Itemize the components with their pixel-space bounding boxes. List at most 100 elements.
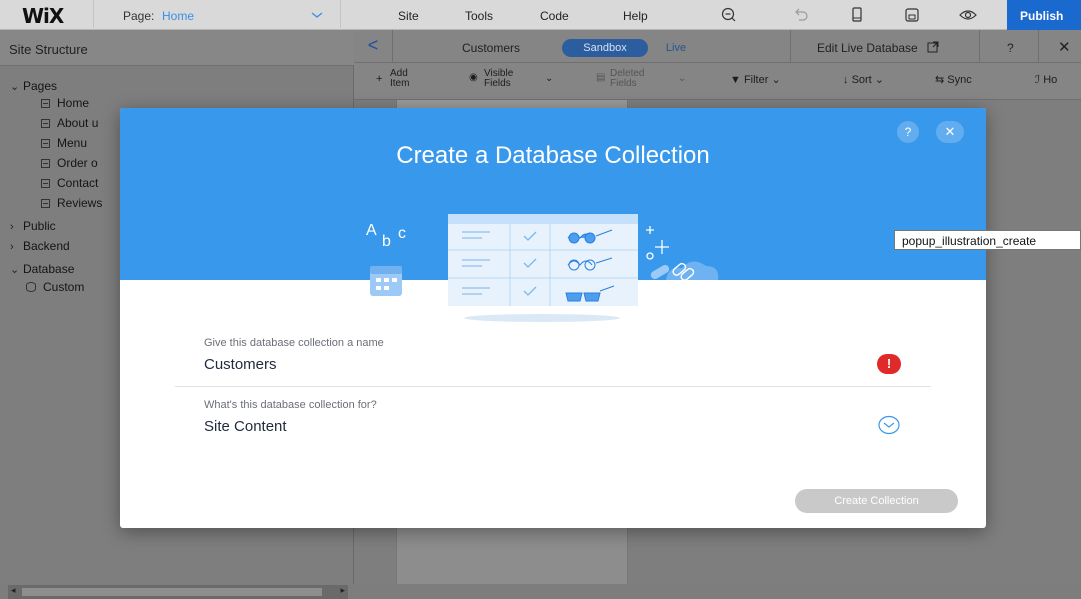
calendar-icon xyxy=(370,266,402,296)
page-selector-value: Home xyxy=(162,9,195,23)
close-panel-button[interactable]: ✕ xyxy=(1038,30,1081,63)
tree-collection-customers[interactable]: Custom xyxy=(26,280,84,294)
filter-label: Filter xyxy=(743,74,769,86)
dialog-close-button[interactable]: ✕ xyxy=(936,121,964,143)
menu-help[interactable]: Help xyxy=(623,9,648,23)
collection-name: Customers xyxy=(462,41,521,55)
create-collection-button[interactable]: Create Collection xyxy=(795,489,958,513)
database-icon xyxy=(26,282,36,292)
database-toolbar: + Add Item ◉ Visible Fields ⌄ ▤ Deleted … xyxy=(354,63,1081,100)
site-structure-title: Site Structure xyxy=(0,30,354,66)
page-icon xyxy=(41,99,50,108)
plus-icon: + xyxy=(376,73,383,85)
chevron-down-icon: ⌄ xyxy=(678,73,687,84)
page-icon xyxy=(41,179,50,188)
collection-purpose-dropdown[interactable]: Site Content xyxy=(204,418,287,435)
tree-page-order[interactable]: Order o xyxy=(41,156,98,170)
add-item-button[interactable]: + Add Item xyxy=(376,69,409,89)
tree-page-label: Order o xyxy=(57,156,98,170)
top-bar: WiX Page: Home Site Tools Code Help Publ… xyxy=(0,0,1081,30)
chevron-right-icon: › xyxy=(10,221,14,233)
edit-live-label: Edit Live Database xyxy=(817,41,918,55)
chevron-down-icon[interactable] xyxy=(877,415,901,435)
tree-public[interactable]: › Public xyxy=(10,219,56,233)
sort-button[interactable]: ↓ Sort ⌄ xyxy=(843,74,885,86)
create-collection-dialog: Create a Database Collection ? ✕ A b c G… xyxy=(120,108,986,528)
back-button[interactable]: < xyxy=(354,30,393,63)
save-icon[interactable] xyxy=(903,6,921,24)
collection-purpose-label: What's this database collection for? xyxy=(204,399,377,411)
sync-icon: ⇆ xyxy=(935,74,948,86)
live-toggle[interactable]: Live xyxy=(648,39,704,57)
tree-page-menu[interactable]: Menu xyxy=(41,136,87,150)
tree-backend[interactable]: › Backend xyxy=(10,239,70,253)
eye-icon: ◉ xyxy=(469,72,478,83)
table-icon xyxy=(448,214,638,306)
publish-button[interactable]: Publish xyxy=(1007,0,1081,30)
tree-page-label: Contact xyxy=(57,176,99,190)
sort-icon: ↓ xyxy=(843,74,852,86)
horizontal-scrollbar[interactable]: ◂ ▸ xyxy=(8,585,348,599)
chevron-down-icon: ⌄ xyxy=(10,264,20,276)
tree-page-about[interactable]: About u xyxy=(41,116,98,130)
dialog-help-button[interactable]: ? xyxy=(897,121,919,143)
zoom-out-icon[interactable] xyxy=(720,6,738,24)
filter-icon: ▼ xyxy=(730,74,744,86)
page-selector[interactable]: Page: Home xyxy=(93,0,341,30)
tree-page-label: About u xyxy=(57,116,99,130)
menu-code[interactable]: Code xyxy=(540,9,569,23)
preview-eye-icon[interactable] xyxy=(958,6,978,24)
page-icon xyxy=(41,199,50,208)
scroll-left-icon[interactable]: ◂ xyxy=(11,585,16,596)
menu-tools[interactable]: Tools xyxy=(465,9,493,23)
menu-site[interactable]: Site xyxy=(398,9,419,23)
database-tab-bar: < Customers Sandbox Live Edit Live Datab… xyxy=(354,30,1081,63)
undo-icon[interactable] xyxy=(792,6,810,24)
sync-label: Sync xyxy=(947,74,972,86)
sync-button[interactable]: ⇆ Sync xyxy=(935,74,972,86)
deleted-fields-button[interactable]: ▤ Deleted Fields ⌄ xyxy=(596,69,686,89)
visible-fields-button[interactable]: ◉ Visible Fields ⌄ xyxy=(469,69,553,89)
collection-name-label: Give this database collection a name xyxy=(204,337,384,349)
illustration-letter-c: c xyxy=(398,225,406,242)
tree-database-label: Database xyxy=(23,262,75,276)
tree-page-home[interactable]: Home xyxy=(41,96,89,110)
help-button[interactable]: ? xyxy=(1007,41,1014,55)
filter-button[interactable]: ▼ Filter ⌄ xyxy=(730,74,781,86)
scrollbar-thumb[interactable] xyxy=(22,588,322,596)
add-item-label-2: Item xyxy=(390,78,410,89)
tree-backend-label: Backend xyxy=(23,239,70,253)
trash-icon: ▤ xyxy=(596,72,606,83)
scroll-right-icon[interactable]: ▸ xyxy=(340,585,345,596)
visible-fields-label-2: Fields xyxy=(484,78,511,89)
mobile-icon[interactable] xyxy=(848,6,866,24)
chevron-down-icon: ⌄ xyxy=(871,74,885,86)
hooks-icon: ℐ xyxy=(1035,74,1044,86)
field-divider xyxy=(175,386,931,387)
dialog-title: Create a Database Collection xyxy=(396,142,710,169)
tree-collection-label: Custom xyxy=(43,280,85,294)
tree-public-label: Public xyxy=(23,219,56,233)
page-selector-label: Page: xyxy=(123,9,155,23)
tree-page-reviews[interactable]: Reviews xyxy=(41,196,102,210)
hooks-label: Ho xyxy=(1043,74,1058,86)
tree-page-label: Reviews xyxy=(57,196,103,210)
page-icon xyxy=(41,119,50,128)
tree-page-label: Menu xyxy=(57,136,88,150)
sort-label: Sort xyxy=(851,74,872,86)
tree-page-contact[interactable]: Contact xyxy=(41,176,98,190)
collection-illustration: A b c xyxy=(366,214,719,322)
external-link-icon xyxy=(927,41,939,53)
tree-database[interactable]: ⌄ Database xyxy=(10,262,74,276)
edit-live-database-button[interactable]: Edit Live Database xyxy=(790,30,980,63)
error-icon: ! xyxy=(877,354,901,374)
chevron-down-icon: ⌄ xyxy=(768,74,781,86)
sandbox-toggle[interactable]: Sandbox xyxy=(562,39,648,57)
chevron-down-icon: ⌄ xyxy=(10,81,20,93)
cloud-link-icon xyxy=(650,261,719,281)
tree-pages[interactable]: ⌄ Pages xyxy=(10,79,57,93)
hooks-button[interactable]: ℐ Ho xyxy=(1035,74,1058,86)
collection-name-input[interactable]: Customers xyxy=(204,356,277,373)
illustration-letter-a: A xyxy=(366,222,377,239)
chevron-right-icon: › xyxy=(10,241,14,253)
